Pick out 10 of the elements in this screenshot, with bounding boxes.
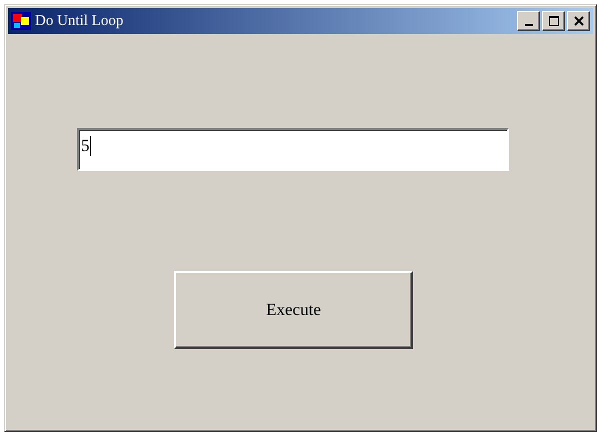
- minimize-button[interactable]: [517, 11, 540, 31]
- input-field[interactable]: 5: [77, 128, 509, 171]
- execute-button[interactable]: Execute: [174, 271, 413, 349]
- window-title: Do Until Loop: [35, 12, 124, 30]
- maximize-button[interactable]: [542, 11, 565, 31]
- close-button[interactable]: [567, 11, 590, 31]
- app-icon: [11, 12, 31, 30]
- close-icon: [574, 16, 584, 26]
- maximize-icon: [548, 16, 558, 26]
- minimize-icon: [524, 24, 532, 26]
